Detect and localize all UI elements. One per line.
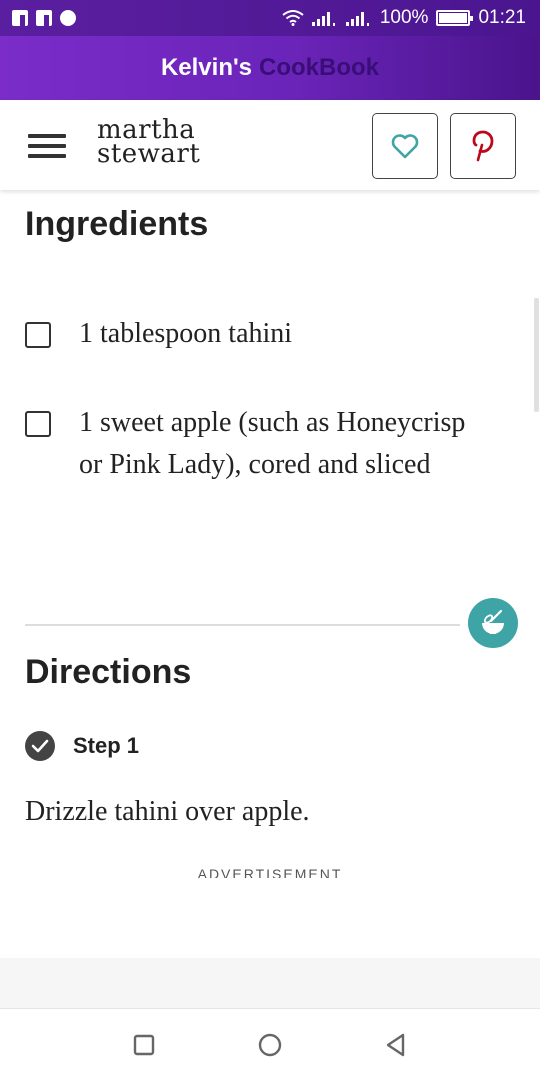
wifi-icon (282, 10, 304, 26)
back-icon[interactable] (384, 1033, 408, 1057)
signal-icon (345, 12, 369, 26)
app-title-second: CookBook (259, 54, 380, 81)
system-indicators: 100% 01:21 (282, 7, 526, 29)
ingredients-heading: Ingredients (25, 205, 209, 243)
site-header: martha stewart (0, 100, 540, 190)
app-title-bar: Kelvin's CookBook (0, 36, 540, 100)
cook-mode-button[interactable] (468, 598, 518, 648)
battery-icon (436, 10, 474, 26)
facebook-icon (36, 10, 52, 26)
directions-heading: Directions (25, 653, 192, 691)
heart-icon (391, 134, 419, 159)
menu-icon[interactable] (28, 134, 66, 158)
ingredient-checkbox[interactable] (25, 322, 51, 348)
facebook-icon (12, 10, 28, 26)
signal-icon (311, 12, 335, 26)
clock: 01:21 (478, 7, 526, 28)
advertisement-label: ADVERTISEMENT (197, 866, 343, 878)
app-title-first: Kelvin's (160, 54, 253, 81)
ingredient-item: 1 sweet apple (such as Honeycrisp or Pin… (25, 402, 469, 486)
ad-placeholder (0, 958, 540, 1008)
ingredient-item: 1 tablespoon tahini (25, 313, 469, 355)
notification-icons (12, 10, 76, 26)
recent-apps-icon[interactable] (132, 1033, 156, 1057)
pinterest-icon (472, 130, 494, 162)
save-favorite-button[interactable] (372, 113, 438, 179)
logo-line-2: stewart (97, 139, 201, 169)
ingredient-text: 1 tablespoon tahini (79, 318, 293, 349)
mixing-bowl-icon (482, 609, 504, 634)
step-1[interactable]: Step 1 (25, 731, 139, 761)
messenger-icon (60, 10, 76, 26)
scrollbar[interactable] (534, 298, 539, 412)
home-icon[interactable] (258, 1033, 282, 1057)
check-circle-icon (25, 731, 55, 761)
site-logo[interactable]: martha stewart (97, 117, 201, 169)
section-divider (25, 624, 460, 626)
system-nav-bar (0, 1008, 540, 1080)
pinterest-share-button[interactable] (450, 113, 516, 179)
battery-percent: 100% (379, 7, 429, 28)
status-bar: 100% 01:21 (0, 0, 540, 36)
ingredient-text: 1 sweet apple (such as Honeycrisp or Pin… (79, 407, 466, 480)
step-label: Step 1 (73, 733, 140, 758)
direction-text: Drizzle tahini over apple. (25, 796, 310, 827)
ingredient-checkbox[interactable] (25, 411, 51, 437)
